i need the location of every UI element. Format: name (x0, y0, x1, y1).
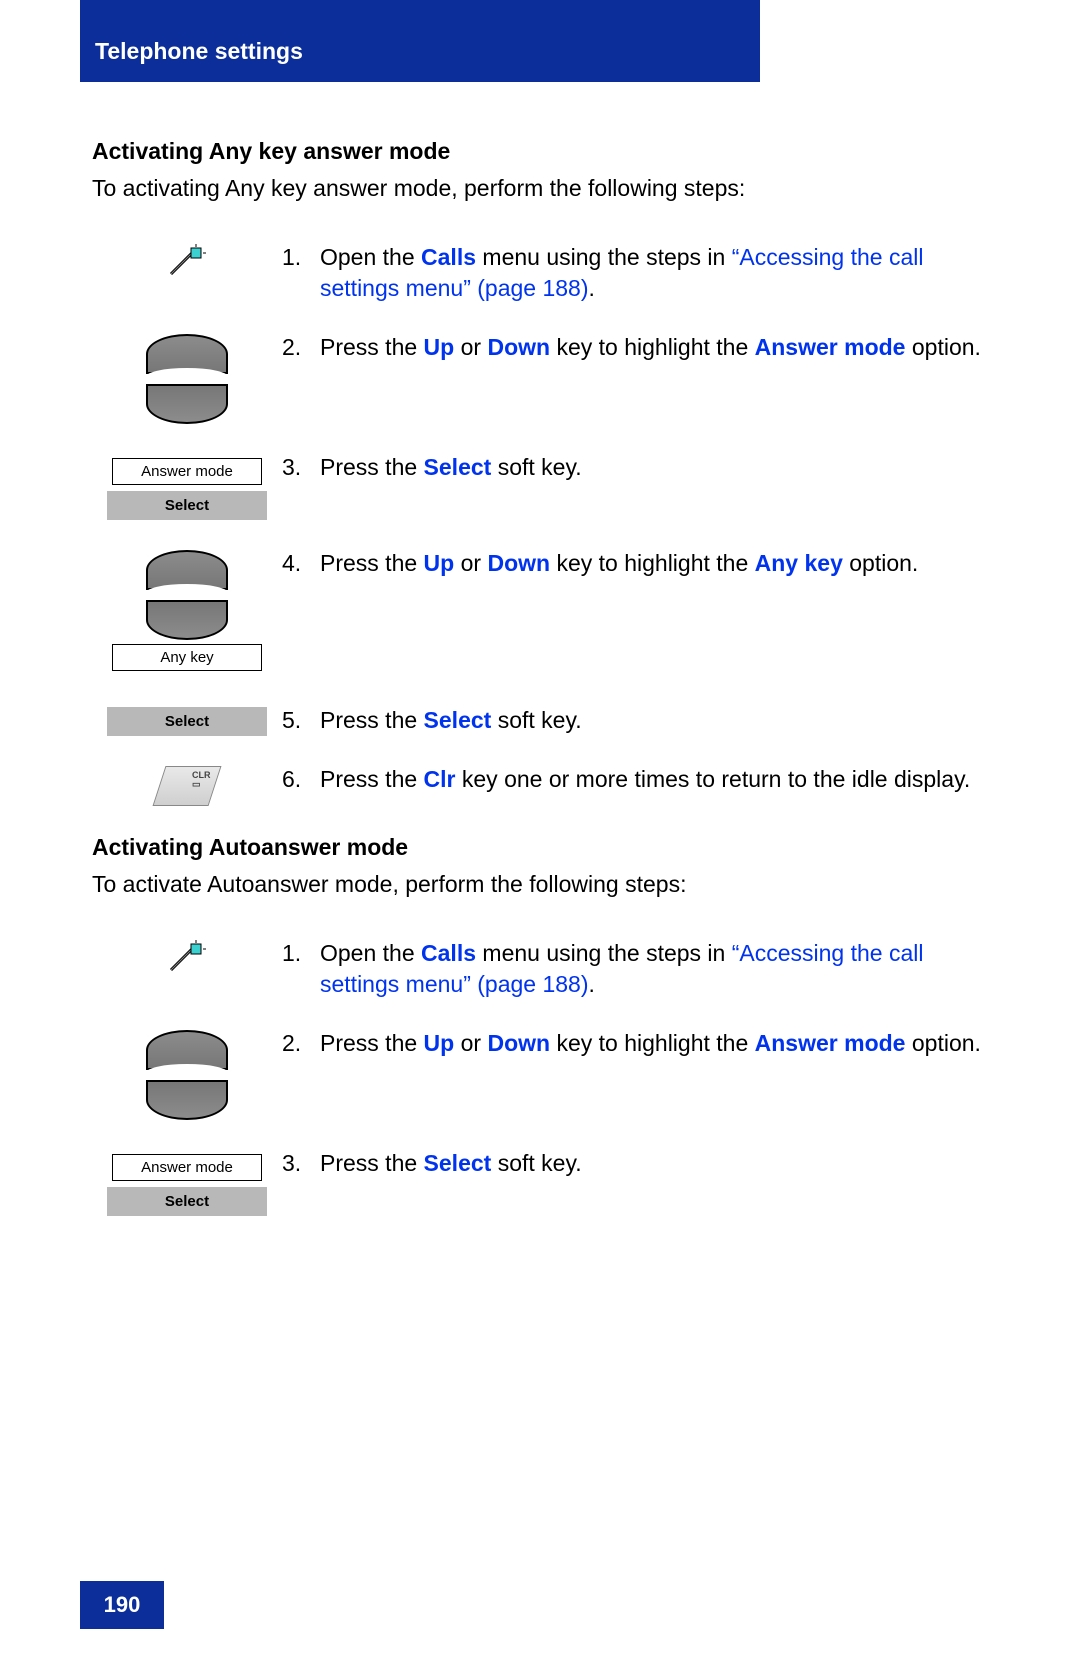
step-text: 3. Press the Select soft key. (282, 452, 1005, 483)
section-heading: Activating Any key answer mode (92, 138, 1005, 165)
softkey-label: Select (107, 1187, 267, 1216)
step-number: 4. (282, 548, 320, 579)
section-heading: Activating Autoanswer mode (92, 834, 1005, 861)
display-readout: Answer mode (112, 458, 262, 485)
step-row: 2. Press the Up or Down key to highlight… (92, 1028, 1005, 1120)
page-header-title: Telephone settings (95, 38, 303, 64)
page-content: Activating Any key answer mode To activat… (92, 120, 1005, 1244)
step-text: 1. Open the Calls menu using the steps i… (282, 242, 1005, 304)
step-text: 2. Press the Up or Down key to highlight… (282, 332, 1005, 363)
step-icon-column (92, 1028, 282, 1120)
display-readout: Answer mode (112, 1154, 262, 1181)
step-icon-column: CLR▭ (92, 764, 282, 806)
up-down-key-icon (146, 550, 228, 640)
step-icon-column: Select (92, 705, 282, 736)
step-row: Answer mode Select 3. Press the Select sof… (92, 1148, 1005, 1216)
clr-key-icon: CLR▭ (153, 766, 222, 806)
step-number: 1. (282, 242, 320, 304)
step-number: 2. (282, 332, 320, 363)
step-body: Open the Calls menu using the steps in “… (320, 938, 1005, 1000)
page-number: 190 (104, 1592, 141, 1618)
step-body: Press the Clr key one or more times to r… (320, 764, 1005, 795)
step-text: 2. Press the Up or Down key to highlight… (282, 1028, 1005, 1059)
display-readout: Any key (112, 644, 262, 671)
step-row: 2. Press the Up or Down key to highlight… (92, 332, 1005, 424)
section-intro: To activating Any key answer mode, perfo… (92, 175, 1005, 202)
step-icon-column (92, 332, 282, 424)
page-header: Telephone settings (80, 0, 760, 82)
step-text: 4. Press the Up or Down key to highlight… (282, 548, 1005, 579)
page-number-tab: 190 (80, 1581, 164, 1629)
wand-icon (167, 940, 207, 974)
step-number: 3. (282, 1148, 320, 1179)
step-number: 1. (282, 938, 320, 1000)
step-body: Press the Select soft key. (320, 452, 1005, 483)
step-body: Press the Up or Down key to highlight th… (320, 332, 1005, 363)
up-down-key-icon (146, 334, 228, 424)
step-row: 1. Open the Calls menu using the steps i… (92, 242, 1005, 304)
up-down-key-icon (146, 1030, 228, 1120)
step-number: 2. (282, 1028, 320, 1059)
wand-icon (167, 244, 207, 278)
step-text: 5. Press the Select soft key. (282, 705, 1005, 736)
step-row: Select 5. Press the Select soft key. (92, 705, 1005, 736)
softkey-label: Select (107, 707, 267, 736)
step-icon-column: Answer mode Select (92, 452, 282, 520)
step-number: 5. (282, 705, 320, 736)
step-body: Press the Up or Down key to highlight th… (320, 1028, 1005, 1059)
step-text: 3. Press the Select soft key. (282, 1148, 1005, 1179)
step-row: Any key 4. Press the Up or Down key to hi… (92, 548, 1005, 677)
step-number: 6. (282, 764, 320, 795)
step-body: Press the Up or Down key to highlight th… (320, 548, 1005, 579)
step-icon-column: Answer mode Select (92, 1148, 282, 1216)
step-icon-column: Any key (92, 548, 282, 677)
step-text: 6. Press the Clr key one or more times t… (282, 764, 1005, 795)
step-body: Press the Select soft key. (320, 1148, 1005, 1179)
step-number: 3. (282, 452, 320, 483)
section-intro: To activate Autoanswer mode, perform the… (92, 871, 1005, 898)
step-icon-column (92, 242, 282, 278)
step-row: 1. Open the Calls menu using the steps i… (92, 938, 1005, 1000)
step-row: Answer mode Select 3. Press the Select sof… (92, 452, 1005, 520)
step-icon-column (92, 938, 282, 974)
step-row: CLR▭ 6. Press the Clr key one or more tim… (92, 764, 1005, 806)
step-body: Open the Calls menu using the steps in “… (320, 242, 1005, 304)
softkey-label: Select (107, 491, 267, 520)
step-body: Press the Select soft key. (320, 705, 1005, 736)
step-text: 1. Open the Calls menu using the steps i… (282, 938, 1005, 1000)
